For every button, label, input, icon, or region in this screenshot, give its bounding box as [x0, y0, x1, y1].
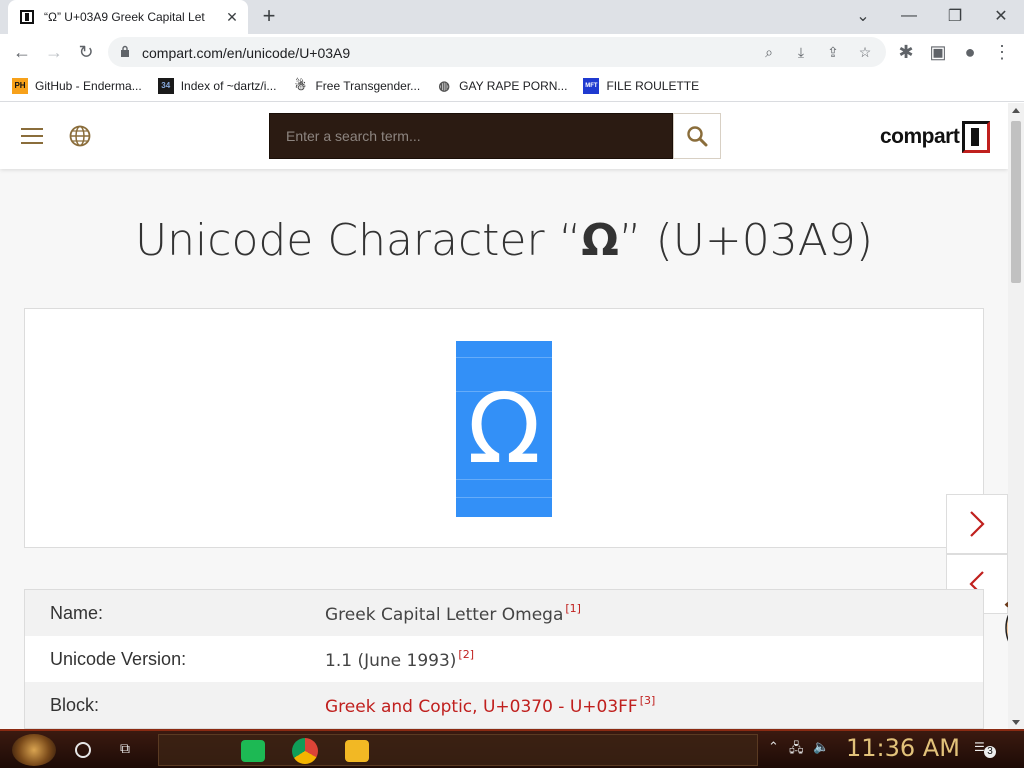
footnote-link[interactable]: [2]: [458, 648, 474, 661]
table-row: Name: Greek Capital Letter Omega [1]: [25, 590, 983, 636]
language-globe-icon[interactable]: [69, 125, 91, 147]
tab-close-icon[interactable]: ✕: [224, 9, 240, 26]
footnote-link[interactable]: [1]: [565, 602, 581, 615]
reload-button[interactable]: ↻: [74, 40, 98, 64]
minimize-button[interactable]: —: [886, 0, 932, 32]
file-explorer-icon[interactable]: [345, 740, 369, 762]
page-scrollbar[interactable]: [1008, 103, 1024, 729]
logo-mark-icon: [962, 121, 991, 153]
profile-avatar-icon[interactable]: ●: [958, 40, 982, 64]
site-header: compart: [0, 103, 1008, 169]
chrome-icon[interactable]: [292, 738, 318, 764]
property-value: 1.1 (June 1993) [2]: [325, 648, 474, 671]
url-text: compart.com/en/unicode/U+03A9: [142, 45, 351, 61]
title-char: Ω: [581, 215, 619, 266]
property-key: Block:: [50, 694, 100, 715]
tab-search-icon[interactable]: ⌄: [840, 0, 886, 32]
search-icon: [687, 126, 708, 147]
scrollbar-thumb[interactable]: [1011, 121, 1021, 283]
scroll-down-icon[interactable]: [1012, 720, 1020, 725]
bookmark-label: Index of ~dartz/i...: [180, 78, 277, 93]
logo-text: compart: [880, 125, 960, 148]
bookmark-gay-rape[interactable]: ◍ GAY RAPE PORN...: [436, 77, 568, 94]
chevron-right-icon: [970, 511, 985, 537]
spotify-icon[interactable]: [241, 740, 265, 762]
browser-tab[interactable]: “Ω” U+03A9 Greek Capital Let ✕: [8, 0, 248, 34]
mft-icon: MFT: [583, 77, 600, 94]
lock-icon: [121, 45, 129, 57]
close-window-button[interactable]: ✕: [978, 0, 1024, 32]
bookmark-github[interactable]: PH GitHub - Enderma...: [12, 77, 142, 94]
footnote-link[interactable]: [3]: [640, 694, 656, 707]
volume-muted-icon[interactable]: 🔈: [813, 739, 829, 755]
block-link[interactable]: Greek and Coptic, U+0370 - U+03FF: [325, 697, 638, 717]
zoom-search-icon[interactable]: ⌕: [760, 43, 778, 61]
restore-button[interactable]: ❐: [932, 0, 978, 32]
bookmark-file-roulette[interactable]: MFT FILE ROULETTE: [583, 77, 700, 94]
side-panel-icon[interactable]: ▣: [926, 40, 950, 64]
bookmark-label: FILE ROULETTE: [606, 78, 700, 93]
forward-button[interactable]: →: [42, 40, 66, 64]
extensions-icon[interactable]: ✱: [894, 40, 918, 64]
globe-icon: ◍: [438, 77, 450, 93]
bookmark-index-dartz[interactable]: 34 Index of ~dartz/i...: [157, 77, 277, 94]
task-view-icon[interactable]: ⧉: [120, 740, 140, 758]
tab-strip: “Ω” U+03A9 Greek Capital Let ✕ + ⌄ — ❐ ✕: [0, 0, 1024, 34]
property-key: Unicode Version:: [50, 648, 187, 669]
browser-menu-icon[interactable]: ⋮: [990, 40, 1014, 64]
page-viewport: compart Unicode Character “Ω” (U+03A9) Ω…: [0, 103, 1008, 729]
taskbar-clock[interactable]: 11:36 AM: [846, 734, 960, 762]
compart-favicon-icon: [20, 10, 34, 24]
version-value: 1.1 (June 1993): [325, 650, 457, 671]
ghost-icon: ☃: [294, 77, 307, 93]
bookmark-label: GAY RAPE PORN...: [459, 78, 568, 93]
table-row: Block: Greek and Coptic, U+0370 - U+03FF…: [25, 682, 983, 728]
tab-title: “Ω” U+03A9 Greek Capital Let: [44, 10, 205, 24]
name-value: Greek Capital Letter Omega: [325, 604, 564, 625]
page-title: Unicode Character “Ω” (U+03A9): [0, 215, 1008, 266]
table-row: Unicode Version: 1.1 (June 1993) [2]: [25, 636, 983, 682]
back-button[interactable]: ←: [10, 40, 34, 64]
address-bar[interactable]: compart.com/en/unicode/U+03A9 ⌕ ⤓ ⇪ ☆: [108, 37, 886, 67]
title-suffix: ” (U+03A9): [618, 215, 874, 266]
notification-count: 3: [984, 746, 996, 758]
compart-logo[interactable]: compart: [880, 120, 991, 154]
network-icon[interactable]: 🖧: [789, 739, 804, 761]
property-value: Greek and Coptic, U+0370 - U+03FF [3]: [325, 694, 655, 717]
bookmarks-bar: PH GitHub - Enderma... 34 Index of ~dart…: [0, 70, 1024, 102]
install-icon[interactable]: ⤓: [792, 43, 810, 61]
index-icon: 34: [157, 77, 174, 94]
share-icon[interactable]: ⇪: [824, 43, 842, 61]
bookmark-label: Free Transgender...: [315, 78, 421, 93]
taskbar-apps: [158, 734, 758, 766]
glyph-character: Ω: [467, 373, 541, 485]
glyph-card: Ω: [24, 308, 984, 548]
start-button[interactable]: [12, 734, 56, 766]
new-tab-button[interactable]: +: [258, 5, 280, 28]
search-button[interactable]: [673, 113, 721, 159]
property-key: Name:: [50, 602, 104, 623]
bookmark-free-transgender[interactable]: ☃ Free Transgender...: [292, 77, 421, 94]
bookmark-star-icon[interactable]: ☆: [856, 43, 874, 61]
glyph-preview: Ω: [456, 341, 552, 517]
cortana-search-icon[interactable]: [75, 742, 91, 758]
windows-taskbar: ⧉ ⌃ 🖧 🔈 11:36 AM ☰ 3: [0, 729, 1024, 768]
scroll-up-icon[interactable]: [1012, 108, 1020, 113]
search-input[interactable]: [269, 113, 673, 159]
ph-icon: PH: [12, 77, 28, 94]
hamburger-menu-icon[interactable]: [21, 128, 43, 144]
next-character-button[interactable]: [946, 494, 1008, 554]
action-center-icon[interactable]: ☰ 3: [974, 740, 996, 758]
browser-toolbar: ← → ↻ compart.com/en/unicode/U+03A9 ⌕ ⤓ …: [0, 34, 1024, 70]
property-value: Greek Capital Letter Omega [1]: [325, 602, 581, 625]
title-prefix: Unicode Character “: [134, 215, 582, 266]
show-hidden-icons[interactable]: ⌃: [768, 739, 779, 755]
bookmark-label: GitHub - Enderma...: [35, 78, 142, 93]
properties-table: Name: Greek Capital Letter Omega [1] Unic…: [24, 589, 984, 729]
